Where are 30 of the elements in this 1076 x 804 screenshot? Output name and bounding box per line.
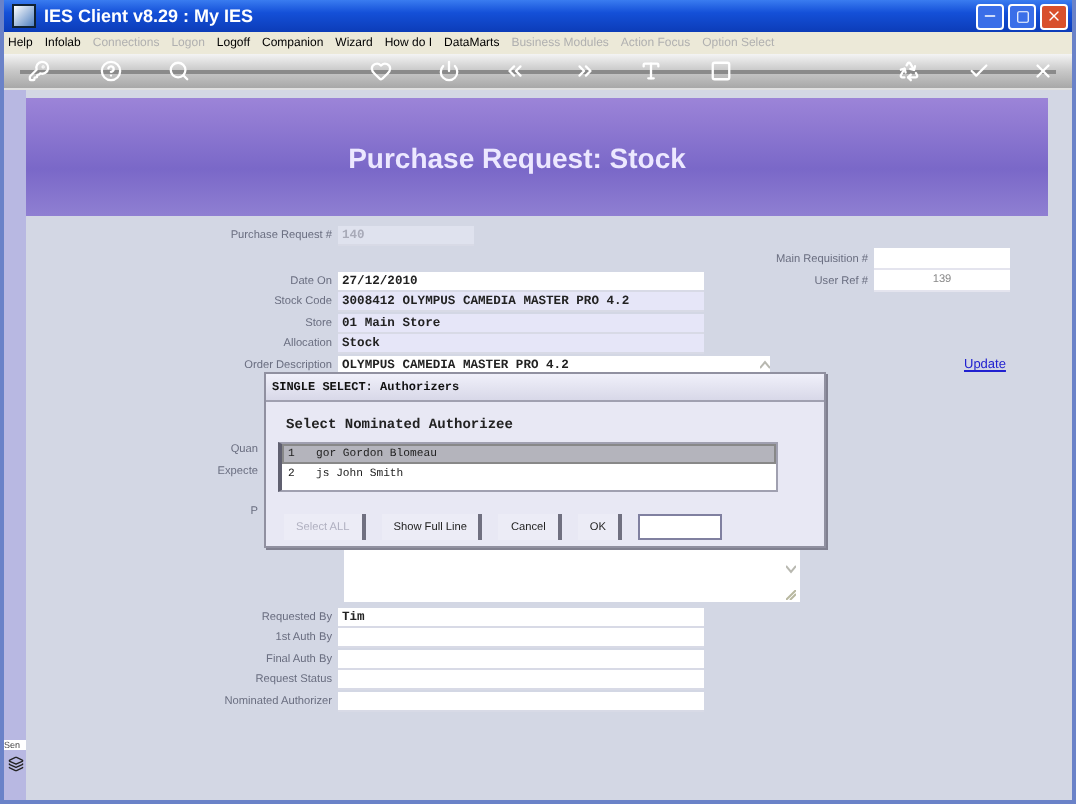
stop-icon[interactable] [710,60,732,82]
app-icon [12,4,36,28]
window-title: IES Client v8.29 : My IES [44,6,256,26]
page-title: Purchase Request: Stock [348,141,688,173]
scroll-up-icon[interactable] [760,359,770,370]
form-field[interactable] [338,670,704,691]
help-icon[interactable] [100,60,122,82]
power-icon[interactable] [438,60,460,82]
close-button[interactable] [1040,3,1068,29]
form-field[interactable] [338,628,704,649]
recycle-icon[interactable] [898,60,920,82]
close-icon [1046,8,1062,24]
search-icon[interactable] [168,60,190,82]
maximize-icon [1015,9,1029,23]
scroll-down-icon[interactable] [786,563,796,573]
heart-icon[interactable] [370,60,392,82]
layers-icon[interactable] [7,756,23,772]
minimize-button[interactable] [976,3,1004,29]
forward-icon[interactable] [574,60,596,82]
resize-grip-icon[interactable] [786,589,796,599]
close-icon[interactable] [1032,60,1054,82]
check-icon[interactable] [968,60,990,82]
text-icon[interactable] [640,60,662,82]
rewind-icon[interactable] [504,60,526,82]
key-icon[interactable] [28,60,50,82]
form-field[interactable] [338,649,704,670]
maximize-button[interactable] [1008,3,1036,29]
form-field[interactable] [874,248,1010,270]
input-field[interactable] [637,514,722,540]
form-field[interactable] [338,691,704,712]
